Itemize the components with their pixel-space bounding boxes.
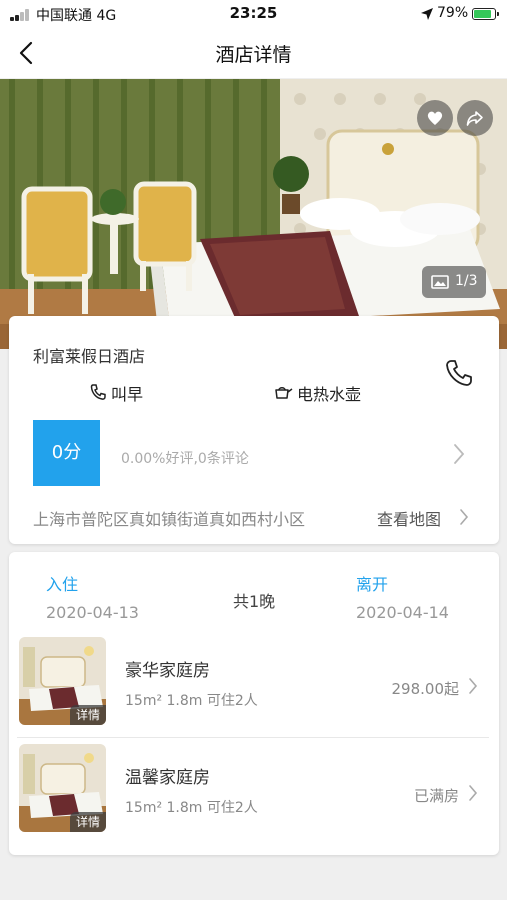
review-summary[interactable]: 0.00%好评,0条评论 xyxy=(121,448,249,468)
room-status: 已满房 xyxy=(413,787,459,805)
room-detail-tag[interactable]: 详情 xyxy=(70,812,106,832)
chevron-right-icon[interactable] xyxy=(458,507,470,527)
view-map-link[interactable]: 查看地图 xyxy=(377,506,441,530)
room-row-deluxe-family[interactable]: 详情 豪华家庭房 15m² 1.8m 可住2人 298.00起 xyxy=(9,634,499,734)
chevron-right-icon[interactable] xyxy=(467,783,479,803)
checkin-label: 入住 xyxy=(46,575,79,594)
amenity-kettle-label: 电热水壶 xyxy=(297,385,362,404)
checkout-label: 离开 xyxy=(356,575,389,594)
rating-score: 0分 xyxy=(33,420,100,486)
status-bar: 中国联通 4G 23:25 79% xyxy=(0,0,507,28)
room-specs: 15m² 1.8m 可住2人 xyxy=(125,800,258,816)
photo-counter[interactable]: 1/3 xyxy=(422,266,486,298)
location-arrow-icon xyxy=(421,8,433,20)
image-icon xyxy=(431,275,449,289)
hotel-photo[interactable]: 1/3 xyxy=(0,79,507,349)
room-name: 温馨家庭房 xyxy=(125,768,210,788)
room-name: 豪华家庭房 xyxy=(125,661,210,681)
room-specs: 15m² 1.8m 可住2人 xyxy=(125,693,258,709)
checkin-date[interactable]: 2020-04-13 xyxy=(46,603,139,622)
divider xyxy=(17,737,489,738)
share-icon xyxy=(466,111,483,126)
room-detail-tag[interactable]: 详情 xyxy=(70,705,106,725)
room-thumbnail[interactable]: 详情 xyxy=(19,637,106,725)
hotel-info-card: 利富莱假日酒店 叫早 电热水壶 0分 0.00%好评,0条评论 上海市普陀区真如… xyxy=(9,316,499,544)
photo-counter-text: 1/3 xyxy=(455,273,478,289)
booking-card: 入住 2020-04-13 共1晚 离开 2020-04-14 详情 豪华家庭房… xyxy=(9,552,499,855)
checkout-date[interactable]: 2020-04-14 xyxy=(356,603,449,622)
room-thumbnail[interactable]: 详情 xyxy=(19,744,106,832)
nights-count: 共1晚 xyxy=(233,592,276,611)
nav-bar: 酒店详情 xyxy=(0,28,507,78)
chevron-right-icon[interactable] xyxy=(467,676,479,696)
phone-icon[interactable] xyxy=(443,357,475,389)
hotel-name: 利富莱假日酒店 xyxy=(33,347,146,366)
kettle-icon xyxy=(275,387,293,399)
room-row-cozy-family[interactable]: 详情 温馨家庭房 15m² 1.8m 可住2人 已满房 xyxy=(9,741,499,841)
share-button[interactable] xyxy=(457,100,493,136)
battery-percent: 79% xyxy=(437,5,469,21)
page-title: 酒店详情 xyxy=(215,44,292,66)
heart-icon xyxy=(427,111,443,125)
battery-icon xyxy=(472,8,499,20)
room-price: 298.00起 xyxy=(391,680,460,698)
hotel-address: 上海市普陀区真如镇街道真如西村小区 xyxy=(33,510,306,529)
favorite-button[interactable] xyxy=(417,100,453,136)
chevron-right-icon[interactable] xyxy=(452,442,466,466)
wake-call-icon xyxy=(90,384,106,400)
amenity-wake-call-label: 叫早 xyxy=(111,385,144,404)
